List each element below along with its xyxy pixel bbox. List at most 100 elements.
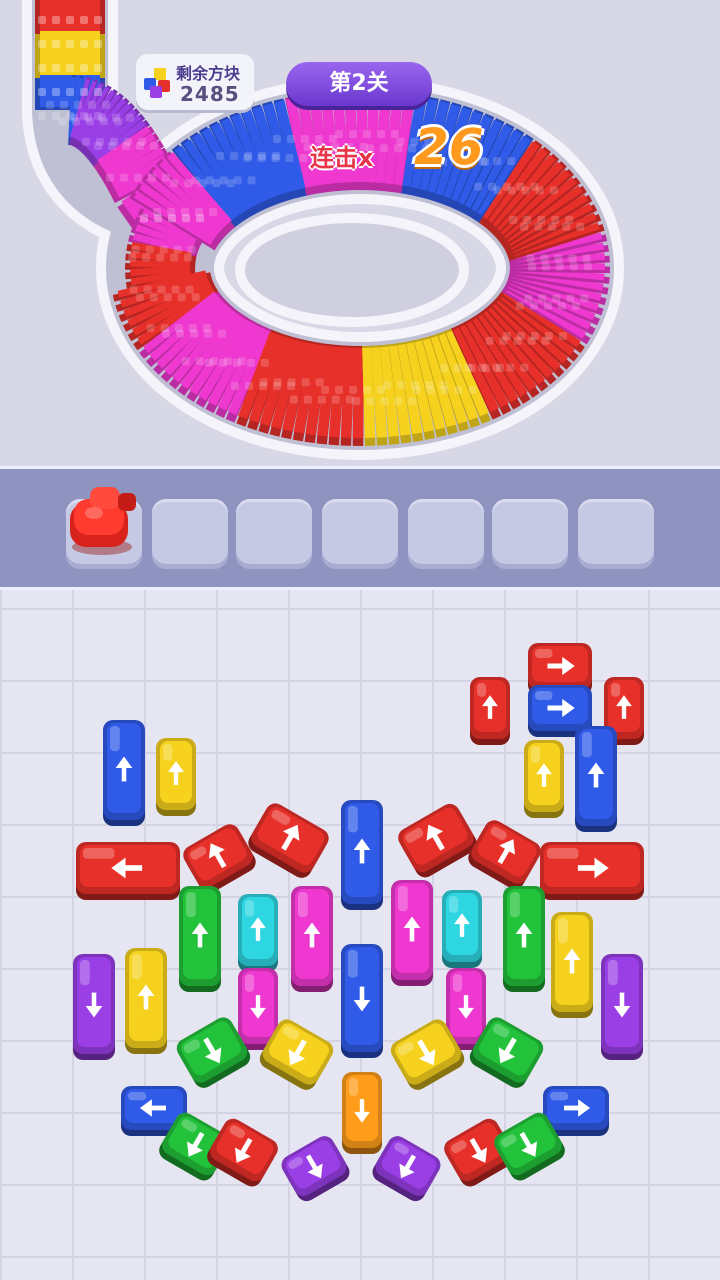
cube-highlight bbox=[453, 364, 462, 373]
track-segment-top bbox=[138, 215, 197, 246]
cube-highlight bbox=[485, 336, 494, 345]
cube-highlight bbox=[412, 386, 421, 395]
cube-highlight bbox=[171, 285, 180, 294]
car-shine bbox=[550, 1092, 569, 1101]
parking-slot[interactable] bbox=[152, 499, 228, 569]
remaining-blocks-label: 剩余方块 bbox=[176, 64, 241, 83]
car[interactable] bbox=[395, 800, 481, 881]
cube-highlight bbox=[408, 397, 417, 406]
track-segment-top bbox=[87, 108, 137, 153]
cube-highlight bbox=[173, 245, 182, 254]
cube-highlight bbox=[538, 294, 547, 303]
cube-highlight bbox=[38, 112, 46, 120]
car-shine bbox=[611, 683, 621, 697]
car[interactable] bbox=[179, 886, 221, 992]
track-segment-top bbox=[72, 83, 104, 140]
cube-highlight bbox=[394, 144, 403, 153]
cube-highlight bbox=[108, 141, 116, 150]
track-segment-top bbox=[137, 287, 216, 345]
cube-highlight bbox=[176, 329, 185, 338]
car[interactable] bbox=[76, 842, 180, 900]
cube-highlight bbox=[145, 245, 154, 254]
track-segment-top bbox=[238, 331, 279, 420]
cube-highlight bbox=[195, 357, 204, 366]
track-segment-top bbox=[107, 146, 165, 184]
car[interactable] bbox=[341, 944, 383, 1058]
car[interactable] bbox=[125, 948, 167, 1054]
car[interactable] bbox=[391, 880, 433, 986]
cube-highlight bbox=[552, 294, 561, 303]
parking-slot[interactable] bbox=[66, 487, 142, 569]
car[interactable] bbox=[551, 912, 593, 1018]
track-segment-top bbox=[104, 139, 160, 178]
car[interactable] bbox=[156, 738, 196, 816]
cube-highlight bbox=[149, 293, 158, 302]
cube-highlight bbox=[80, 40, 88, 48]
car[interactable] bbox=[524, 740, 564, 818]
cube-highlight bbox=[303, 395, 312, 404]
cube-highlight bbox=[128, 253, 137, 262]
car[interactable] bbox=[540, 842, 644, 900]
car[interactable] bbox=[103, 720, 145, 826]
cube-highlight bbox=[159, 245, 168, 254]
car-shine bbox=[348, 950, 358, 978]
cube-highlight bbox=[230, 151, 239, 160]
cube-highlight bbox=[544, 332, 553, 341]
track-segment-top bbox=[192, 133, 248, 215]
cube-highlight bbox=[157, 285, 166, 294]
cube-highlight bbox=[286, 134, 295, 143]
cube-highlight bbox=[549, 186, 558, 195]
cube-highlight bbox=[184, 179, 193, 188]
cube-highlight bbox=[168, 214, 177, 223]
cube-highlight bbox=[464, 363, 473, 372]
car[interactable] bbox=[341, 800, 383, 910]
cube-highlight bbox=[526, 254, 535, 263]
cube-highlight bbox=[204, 358, 213, 367]
cube-highlight bbox=[135, 293, 144, 302]
cube-highlight bbox=[507, 157, 516, 166]
cube-highlight bbox=[66, 40, 74, 48]
cube-highlight bbox=[70, 113, 78, 122]
cube-highlight bbox=[246, 358, 255, 367]
track-segment-top bbox=[71, 80, 97, 139]
parking-slot[interactable] bbox=[492, 499, 568, 569]
cube-highlight bbox=[198, 179, 207, 188]
cube-highlight bbox=[520, 222, 529, 231]
cube-highlight bbox=[515, 301, 524, 310]
car[interactable] bbox=[180, 821, 260, 897]
car[interactable] bbox=[465, 817, 545, 893]
cube-highlight bbox=[554, 254, 563, 263]
cube-highlight bbox=[568, 254, 577, 263]
parking-slot[interactable] bbox=[578, 499, 654, 569]
car[interactable] bbox=[73, 954, 115, 1060]
parking-slot[interactable] bbox=[236, 499, 312, 569]
cube-highlight bbox=[397, 381, 406, 390]
car-shine bbox=[348, 806, 358, 833]
cube-highlight bbox=[565, 215, 574, 224]
car[interactable] bbox=[204, 1115, 282, 1190]
car[interactable] bbox=[238, 894, 278, 972]
parking-slot[interactable] bbox=[408, 499, 484, 569]
car-shine bbox=[80, 960, 90, 986]
cube-highlight bbox=[94, 64, 102, 72]
car[interactable] bbox=[575, 726, 617, 832]
car[interactable] bbox=[291, 886, 333, 992]
parking-slot[interactable] bbox=[322, 499, 398, 569]
car[interactable] bbox=[601, 954, 643, 1060]
cube-highlight bbox=[204, 329, 213, 338]
car[interactable] bbox=[470, 677, 510, 745]
cube-highlight bbox=[362, 130, 371, 139]
track-segment-top bbox=[132, 283, 214, 336]
cube-highlight bbox=[94, 141, 102, 150]
car[interactable] bbox=[342, 1072, 382, 1154]
track-segment-top bbox=[130, 269, 192, 286]
car[interactable] bbox=[503, 886, 545, 992]
car-shine bbox=[132, 954, 142, 980]
cube-highlight bbox=[88, 100, 96, 109]
car-shine bbox=[449, 896, 459, 913]
car[interactable] bbox=[442, 890, 482, 968]
cube-highlight bbox=[185, 285, 194, 294]
car[interactable] bbox=[245, 800, 333, 882]
cube-highlight bbox=[394, 397, 403, 406]
car[interactable] bbox=[278, 1132, 353, 1204]
